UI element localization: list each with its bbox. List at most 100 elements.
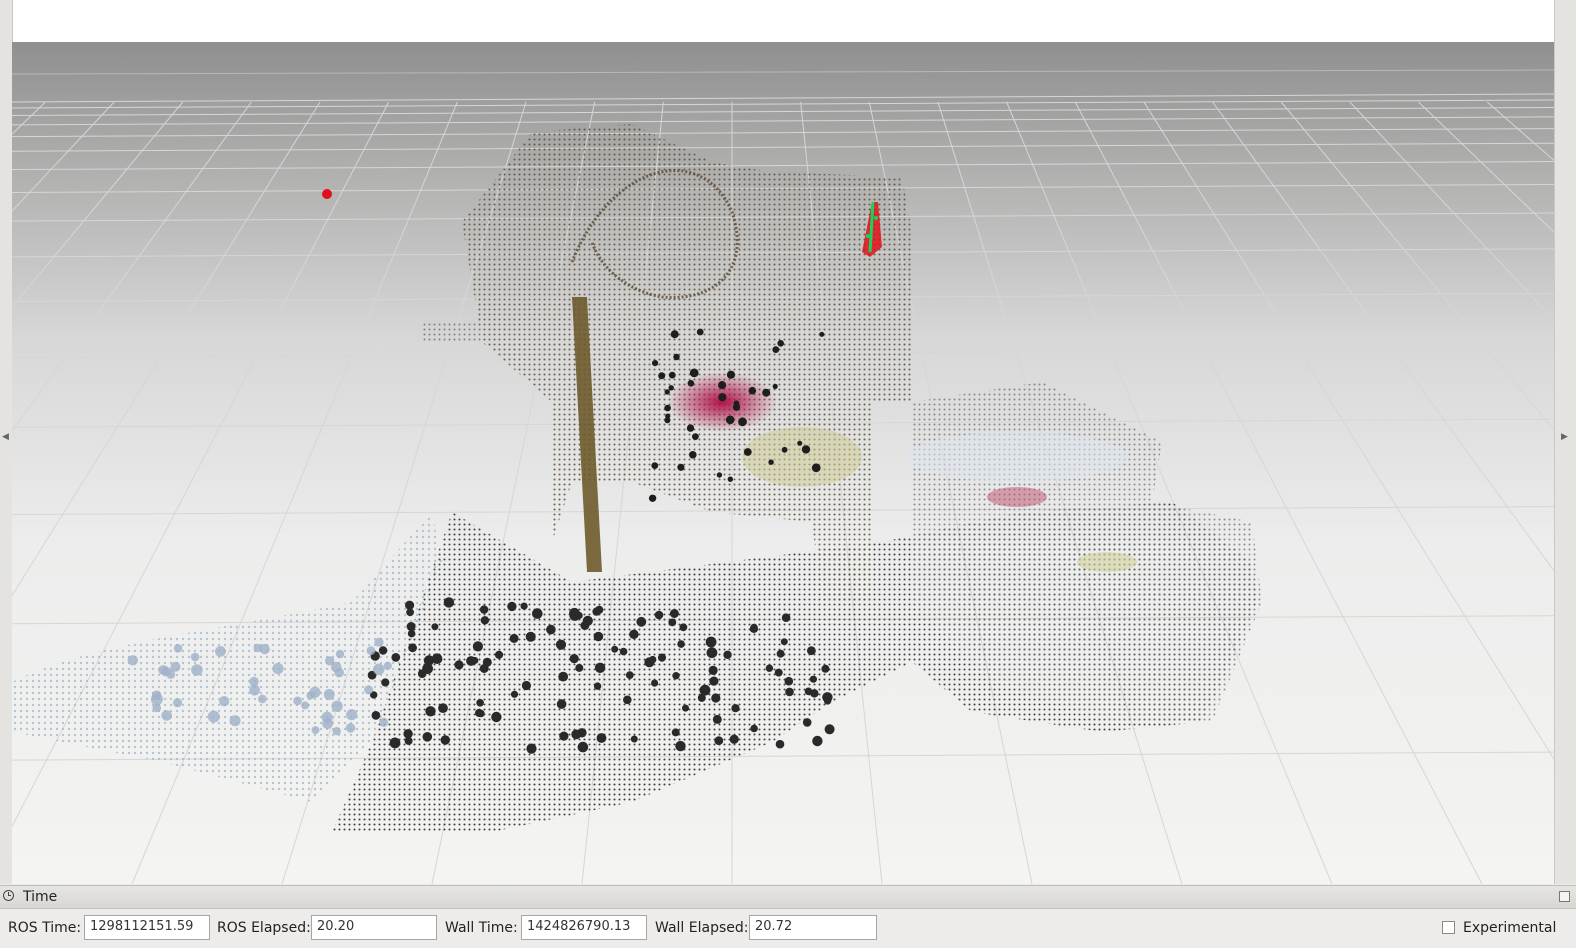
point-cloud-scene[interactable] — [12, 42, 1554, 884]
cloud-point — [510, 690, 519, 698]
cloud-point — [569, 654, 579, 664]
cloud-point — [673, 353, 680, 361]
cloud-point — [809, 675, 818, 683]
collapse-right-icon[interactable]: ▶ — [1561, 432, 1568, 442]
cloud-point — [381, 678, 390, 687]
cloud-point — [306, 691, 315, 700]
cloud-point — [781, 446, 788, 453]
cloud-point — [323, 689, 335, 700]
cloud-point — [431, 623, 439, 631]
cloud-point — [127, 655, 138, 666]
cloud-point — [677, 640, 685, 648]
wall-elapsed-field[interactable]: 20.72 — [749, 915, 877, 940]
wall-time-field[interactable]: 1424826790.13 — [521, 915, 647, 940]
cloud-point — [714, 736, 724, 746]
cloud-point — [630, 735, 638, 743]
cloud-point — [652, 360, 659, 367]
ros-time-field[interactable]: 1298112151.59 — [84, 915, 210, 940]
cloud-point — [575, 663, 584, 672]
cloud-point — [219, 696, 230, 707]
right-dock-splitter[interactable]: ▶ — [1554, 0, 1576, 884]
cloud-point — [738, 417, 747, 427]
collapse-left-icon[interactable]: ◀ — [2, 432, 9, 442]
cloud-point — [546, 624, 556, 635]
cloud-point — [711, 693, 721, 703]
cloud-point — [491, 711, 502, 723]
cloud-point — [443, 597, 455, 608]
cloud-point — [249, 684, 260, 696]
3d-render-view[interactable] — [12, 42, 1554, 884]
cloud-point — [431, 653, 443, 664]
cloud-point — [651, 462, 659, 469]
cloud-point — [823, 697, 832, 705]
cloud-point — [824, 724, 835, 735]
cloud-point — [346, 709, 358, 721]
cloud-point — [594, 662, 606, 673]
cloud-point — [672, 672, 680, 680]
experimental-label: Experimental — [1463, 920, 1557, 936]
cloud-point — [732, 403, 741, 411]
cloud-point — [526, 743, 537, 754]
cloud-point — [743, 448, 752, 456]
cloud-point — [705, 636, 717, 648]
cloud-point — [532, 608, 543, 619]
cloud-point — [555, 639, 567, 650]
cloud-point — [379, 717, 389, 727]
cloud-point — [454, 660, 464, 670]
experimental-checkbox[interactable] — [1442, 921, 1455, 934]
cloud-point — [364, 685, 374, 695]
cloud-point — [556, 699, 567, 709]
cloud-point — [331, 700, 343, 712]
clock-icon — [3, 890, 14, 901]
ros-time-label: ROS Time: — [8, 920, 82, 936]
cloud-point — [366, 646, 376, 656]
top-blank-area — [12, 0, 1554, 42]
float-panel-icon[interactable] — [1559, 891, 1570, 902]
red-marker-point — [322, 189, 332, 199]
cloud-point — [215, 646, 226, 657]
cloud-point — [664, 389, 670, 395]
cloud-point — [611, 645, 619, 653]
cloud-point — [229, 715, 241, 727]
cloud-point — [716, 472, 723, 478]
cloud-point — [772, 346, 780, 353]
cloud-point — [807, 646, 816, 656]
cloud-point — [775, 739, 785, 749]
cloud-point — [780, 638, 788, 646]
cloud-point — [374, 637, 384, 647]
cloud-point — [258, 694, 267, 704]
cloud-point — [580, 621, 590, 630]
cloud-point — [687, 380, 695, 387]
cloud-point — [425, 706, 436, 717]
cloud-point — [748, 386, 757, 395]
cloud-point — [520, 602, 528, 610]
cloud-point — [668, 618, 677, 627]
cloud-point — [699, 684, 711, 696]
cloud-point — [191, 664, 203, 676]
cloud-point — [658, 372, 666, 380]
cloud-point — [689, 451, 697, 459]
cloud-point — [718, 393, 727, 402]
cloud-point — [785, 687, 794, 697]
cloud-point — [438, 703, 448, 713]
cloud-point — [723, 650, 732, 659]
cloud-point — [654, 610, 664, 620]
cloud-point — [777, 340, 784, 347]
cloud-point — [525, 631, 536, 642]
cloud-point — [765, 664, 774, 672]
cloud-point — [726, 370, 736, 379]
time-panel-header[interactable]: Time — [0, 885, 1576, 909]
cloud-point — [322, 718, 333, 729]
cloud-point — [592, 607, 601, 616]
ros-elapsed-field[interactable]: 20.20 — [311, 915, 437, 940]
cloud-point — [407, 629, 416, 638]
cloud-point — [768, 459, 774, 465]
cloud-point — [648, 494, 657, 502]
cloud-point — [679, 623, 688, 632]
cloud-point — [668, 371, 676, 379]
cloud-point — [776, 649, 785, 658]
cloud-point — [521, 680, 531, 691]
cloud-point — [725, 415, 735, 425]
cloud-point — [731, 704, 740, 713]
cloud-point — [801, 445, 811, 454]
